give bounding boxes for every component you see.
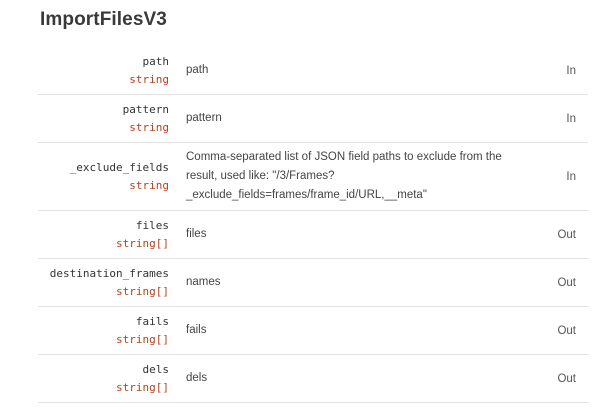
- field-type: string[]: [116, 236, 169, 250]
- field-direction: Out: [557, 228, 576, 241]
- field-description: pattern: [186, 112, 222, 124]
- field-name: dels: [142, 362, 170, 376]
- field-description: dels: [186, 372, 208, 384]
- field-direction: Out: [557, 324, 576, 337]
- table-row: path string path In: [38, 47, 588, 95]
- field-name: path: [142, 54, 170, 68]
- table-row: dels string[] dels Out: [38, 355, 588, 403]
- field-name-cell: fails string[]: [38, 313, 169, 349]
- field-name-cell: pattern string: [38, 101, 169, 137]
- field-name: files: [135, 218, 169, 232]
- table-row: destination_frames string[] names Out: [38, 259, 588, 307]
- field-direction: Out: [557, 276, 576, 289]
- field-description: fails: [186, 324, 207, 336]
- field-name-cell: path string: [38, 53, 169, 89]
- table-row: pattern string pattern In: [38, 95, 588, 143]
- field-type: string: [129, 72, 169, 86]
- page-title: ImportFilesV3: [40, 9, 167, 30]
- table-row: files string[] files Out: [38, 211, 588, 259]
- field-name-cell: files string[]: [38, 217, 169, 253]
- field-name: fails: [135, 314, 169, 328]
- field-type: string[]: [116, 380, 169, 394]
- field-name-cell: destination_frames string[]: [38, 265, 169, 301]
- field-name: destination_frames: [49, 266, 169, 280]
- field-name-cell: _exclude_fields string: [38, 159, 169, 195]
- table-row: fails string[] fails Out: [38, 307, 588, 355]
- field-description: Comma-separated list of JSON field paths…: [186, 151, 502, 201]
- field-direction: In: [566, 170, 576, 183]
- table-row: _exclude_fields string Comma-separated l…: [38, 143, 588, 211]
- field-description: files: [186, 228, 207, 240]
- field-description: path: [186, 64, 209, 76]
- fields-table: path string path In pattern string patte…: [38, 47, 588, 403]
- field-name: pattern: [122, 102, 169, 116]
- field-direction: In: [566, 64, 576, 77]
- field-type: string[]: [116, 284, 169, 298]
- field-type: string: [129, 120, 169, 134]
- field-name-cell: dels string[]: [38, 361, 169, 397]
- field-direction: In: [566, 112, 576, 125]
- field-type: string: [129, 178, 169, 192]
- field-type: string[]: [116, 332, 169, 346]
- field-description: names: [186, 276, 221, 288]
- field-direction: Out: [557, 372, 576, 385]
- field-name: _exclude_fields: [69, 160, 169, 174]
